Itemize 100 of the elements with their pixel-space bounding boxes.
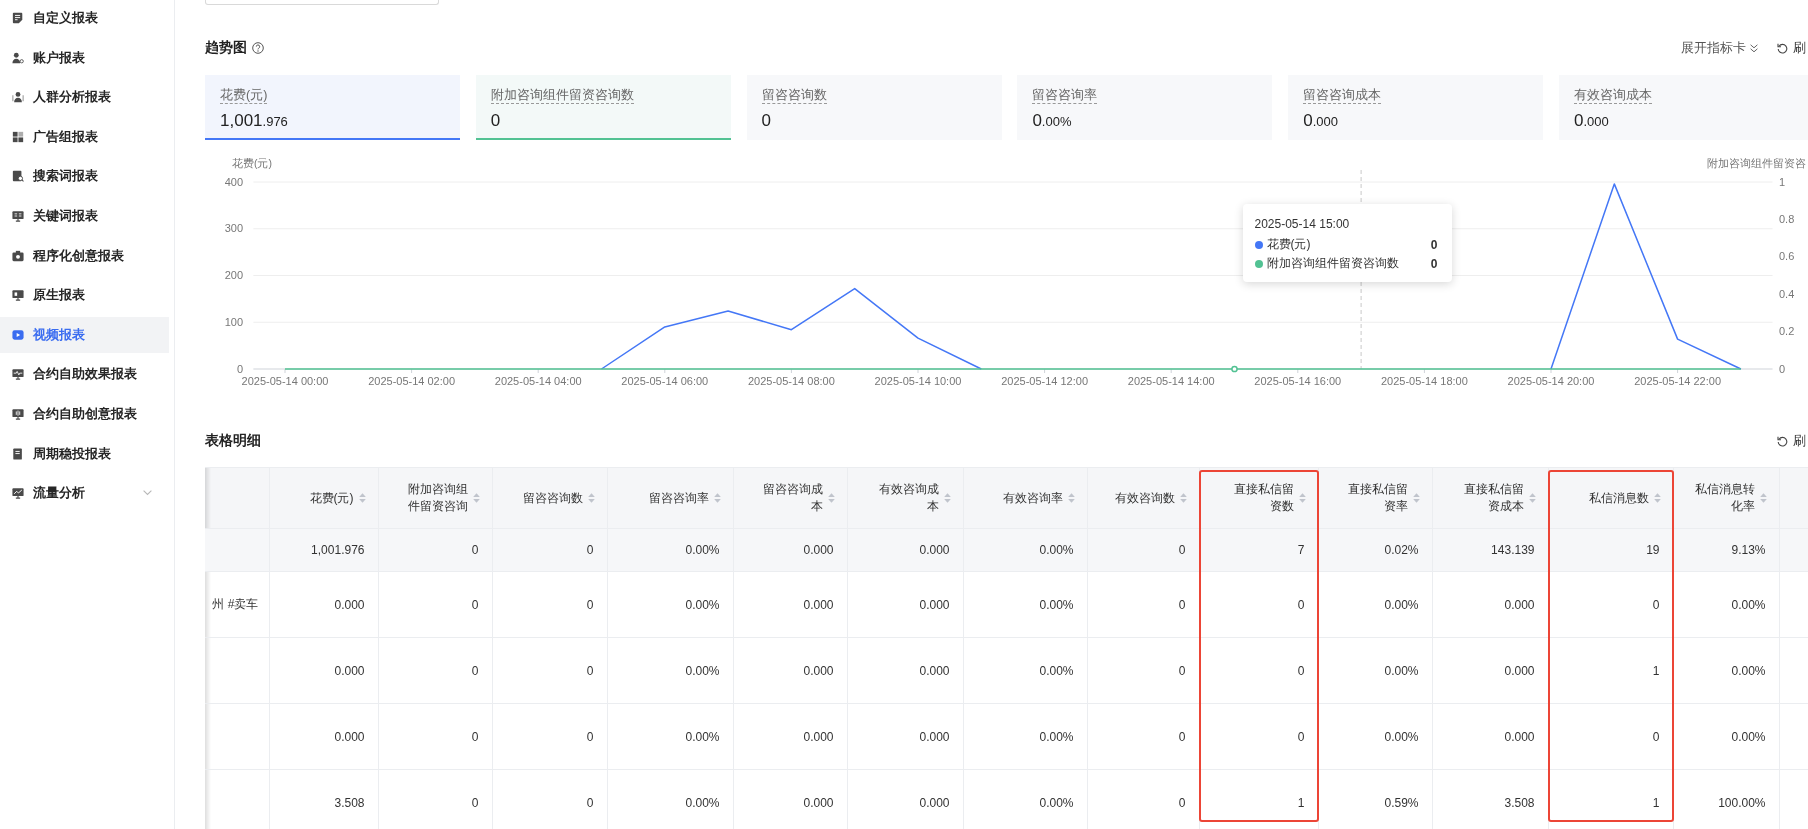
tooltip-title: 2025-05-14 15:00	[1254, 216, 1351, 233]
table-cell: 0.000	[733, 571, 847, 638]
table-cell: 0.00%	[963, 571, 1087, 638]
axis-label: 2025-05-14 14:00	[1127, 375, 1215, 387]
table-cell: 0.59%	[1318, 769, 1432, 829]
metric-value: 0.00%	[1032, 110, 1073, 132]
axis-label: 2025-05-14 06:00	[621, 375, 709, 387]
table-cell: 0.00%	[1318, 703, 1432, 770]
table-cell: 0.00%	[607, 571, 733, 638]
table-cell: 0	[492, 703, 607, 770]
table-cell: 0	[1087, 703, 1199, 770]
axis-label: 0	[236, 362, 243, 375]
table-cell: 3.508	[269, 769, 378, 829]
table-cell: 0	[492, 769, 607, 829]
table-cell: 0	[378, 637, 492, 704]
axis-label: 2025-05-14 12:00	[1001, 375, 1089, 387]
table-cell: 0.000	[1432, 637, 1548, 704]
metric-label: 留咨咨询率	[1032, 87, 1098, 104]
table-cell: 0	[378, 703, 492, 770]
table-cell: 0.000	[847, 571, 963, 638]
table-cell: 0	[492, 571, 607, 638]
table-cell: 0	[1199, 571, 1318, 638]
axis-title: 附加咨询组件留资咨	[1707, 157, 1806, 169]
axis-label: 0.8	[1779, 212, 1795, 225]
axis-label: 0.4	[1779, 287, 1795, 300]
table-cell: 0.00%	[963, 703, 1087, 770]
table-cell: 0.00%	[1318, 637, 1432, 704]
table-cell: 0.000	[847, 637, 963, 704]
table-cell: 0	[378, 769, 492, 829]
table-cell: 0	[1087, 571, 1199, 638]
metric-label: 留咨咨询成本	[1303, 87, 1382, 104]
axis-label: 2025-05-14 02:00	[368, 375, 456, 387]
table-cell: 0	[1087, 769, 1199, 829]
axis-label: 2025-05-14 18:00	[1380, 375, 1468, 387]
metric-value: 0.000	[1303, 110, 1339, 132]
metric-value: 0.000	[1574, 110, 1610, 132]
table-cell: 州 #卖车	[205, 571, 269, 638]
metric-label: 花费(元)	[220, 87, 268, 104]
series-name: 花费(元)	[1266, 236, 1311, 253]
axis-label: 0.6	[1779, 250, 1795, 263]
axis-title: 花费(元)	[232, 157, 272, 169]
table-cell: 0.000	[733, 637, 847, 704]
table-cell: 0.02%	[1318, 528, 1432, 572]
table-cell: 0.000	[1432, 703, 1548, 770]
table-cell: 0.000	[733, 703, 847, 770]
table-cell: 1	[1199, 769, 1318, 829]
table-cell: 1,001.976	[269, 528, 378, 572]
table-cell: 0.00%	[963, 528, 1087, 572]
axis-label: 0.2	[1779, 325, 1795, 338]
metric-value: 1,001.976	[220, 110, 289, 132]
table-cell: 0.00%	[607, 528, 733, 572]
axis-label: 2025-05-14 04:00	[494, 375, 582, 387]
table-cell: 143.139	[1432, 528, 1548, 572]
metric-label: 有效咨询成本	[1574, 87, 1652, 104]
axis-label: 2025-05-14 10:00	[874, 375, 962, 387]
series-name: 附加咨询组件留资咨询数	[1266, 255, 1399, 272]
section-title: 趋势图	[205, 39, 247, 57]
table-cell: 0.000	[847, 528, 963, 572]
axis-label: 0	[1779, 362, 1786, 375]
table-cell: 0	[1199, 637, 1318, 704]
axis-label: 2025-05-14 00:00	[241, 375, 329, 387]
table-cell: 0.00%	[963, 769, 1087, 829]
axis-label: 100	[224, 315, 243, 328]
table-cell: 0.00%	[607, 769, 733, 829]
axis-label: 300	[224, 222, 243, 235]
axis-label: 2025-05-14 22:00	[1634, 375, 1722, 387]
table-cell: 0.000	[269, 637, 378, 704]
table-cell: 0.000	[847, 769, 963, 829]
table-cell: 0	[1548, 703, 1673, 770]
table-cell: 1	[1548, 769, 1673, 829]
table-cell: 0	[378, 528, 492, 572]
table-cell: 0.000	[733, 769, 847, 829]
section-title: 表格明细	[205, 432, 261, 450]
table-cell: 0.00%	[1673, 703, 1779, 770]
table-cell: 0	[378, 571, 492, 638]
axis-label: 2025-05-14 08:00	[747, 375, 835, 387]
metric-value: 0	[761, 110, 773, 132]
table-cell: 100.00%	[1673, 769, 1779, 829]
axis-label: 1	[1779, 175, 1786, 188]
table-cell: 0.00%	[607, 703, 733, 770]
table-cell: 0	[492, 637, 607, 704]
series-value: 0	[1430, 256, 1438, 271]
table-cell: 0	[1087, 528, 1199, 572]
table-cell: 0.000	[733, 528, 847, 572]
table-cell: 0.000	[847, 703, 963, 770]
metric-value: 0	[490, 110, 502, 132]
table-cell: 0.00%	[963, 637, 1087, 704]
table-cell: 0	[1199, 703, 1318, 770]
metric-label: 留咨咨询数	[761, 87, 827, 104]
axis-label: 200	[224, 269, 243, 281]
table-cell: 0	[1548, 571, 1673, 638]
axis-label: 2025-05-14 16:00	[1254, 375, 1342, 387]
table-cell: 0.000	[269, 703, 378, 770]
axis-label: 2025-05-14 20:00	[1507, 375, 1595, 387]
table-cell: 0	[1087, 637, 1199, 704]
table-cell: 0.000	[269, 571, 378, 638]
table-cell: 0.00%	[1318, 571, 1432, 638]
table-cell: 0.00%	[607, 637, 733, 704]
table-cell: 0.00%	[1673, 637, 1779, 704]
table-cell: 0	[492, 528, 607, 572]
